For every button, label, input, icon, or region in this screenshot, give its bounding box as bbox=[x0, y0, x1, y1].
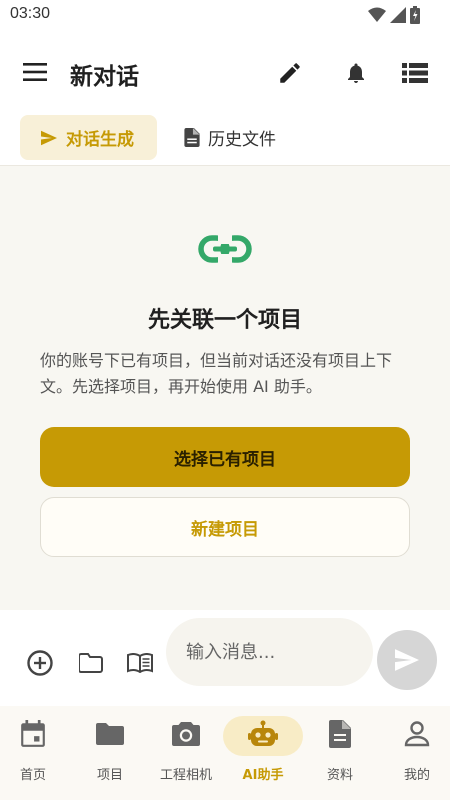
nav-label: 资料 bbox=[326, 768, 353, 783]
add-circle-icon bbox=[27, 650, 53, 676]
send-icon bbox=[395, 649, 419, 671]
nav-label: 项目 bbox=[96, 768, 123, 783]
link-icon bbox=[198, 233, 252, 267]
status-icons bbox=[368, 6, 420, 24]
status-bar: 03:30 bbox=[0, 0, 450, 30]
tab-chat-generation[interactable]: 对话生成 bbox=[20, 115, 157, 160]
new-chat-button[interactable] bbox=[273, 56, 307, 90]
send-button[interactable] bbox=[377, 630, 437, 690]
nav-label: 我的 bbox=[403, 768, 430, 783]
folder-button[interactable] bbox=[75, 647, 107, 679]
nav-item-projects[interactable]: 项目 bbox=[72, 706, 148, 800]
calendar-icon bbox=[17, 718, 49, 750]
tab-label: 历史文件 bbox=[208, 130, 276, 150]
document-icon bbox=[184, 128, 200, 147]
empty-state: 先关联一个项目 你的账号下已有项目，但当前对话还没有项目上下文。先选择项目，再开… bbox=[0, 166, 450, 610]
folder-icon bbox=[94, 718, 126, 750]
nav-item-me[interactable]: 我的 bbox=[379, 706, 450, 800]
bell-icon bbox=[348, 63, 364, 83]
nav-item-home[interactable]: 首页 bbox=[0, 706, 71, 800]
menu-button[interactable] bbox=[20, 57, 50, 87]
select-project-button[interactable]: 选择已有项目 bbox=[40, 427, 410, 487]
battery-icon bbox=[410, 6, 420, 24]
new-project-button[interactable]: 新建项目 bbox=[40, 497, 410, 557]
tab-label: 对话生成 bbox=[66, 130, 134, 150]
signal-icon bbox=[390, 7, 406, 23]
tab-history-files[interactable]: 历史文件 bbox=[164, 115, 296, 160]
tab-bar: 对话生成 历史文件 bbox=[0, 112, 450, 166]
list-icon bbox=[402, 63, 428, 83]
app-bar: 新对话 bbox=[0, 40, 450, 104]
robot-icon bbox=[247, 718, 279, 750]
person-icon bbox=[401, 718, 433, 750]
bottom-navigation: 首页 项目 工程相机 AI助手 资料 我的 bbox=[0, 706, 450, 800]
message-input[interactable] bbox=[166, 618, 373, 686]
empty-state-title: 先关联一个项目 bbox=[147, 308, 302, 333]
menu-icon bbox=[23, 63, 47, 81]
send-icon bbox=[41, 130, 57, 145]
knowledge-button[interactable] bbox=[124, 647, 156, 679]
nav-item-documents[interactable]: 资料 bbox=[302, 706, 378, 800]
status-time: 03:30 bbox=[10, 5, 51, 22]
nav-label: AI助手 bbox=[242, 768, 284, 783]
folder-icon bbox=[79, 653, 103, 673]
empty-state-description: 你的账号下已有项目，但当前对话还没有项目上下文。先选择项目，再开始使用 AI 助… bbox=[40, 351, 393, 396]
camera-icon bbox=[170, 718, 202, 750]
conversation-list-button[interactable] bbox=[398, 56, 432, 90]
wifi-icon bbox=[368, 7, 386, 22]
nav-item-camera[interactable]: 工程相机 bbox=[148, 706, 224, 800]
page-title: 新对话 bbox=[70, 64, 139, 90]
book-icon bbox=[127, 653, 153, 673]
nav-item-ai-assistant[interactable]: AI助手 bbox=[223, 706, 303, 800]
nav-label: 首页 bbox=[19, 768, 46, 783]
document-icon bbox=[324, 718, 356, 750]
message-composer bbox=[0, 610, 450, 706]
notifications-button[interactable] bbox=[339, 56, 373, 90]
attach-button[interactable] bbox=[24, 647, 56, 679]
edit-icon bbox=[280, 63, 300, 83]
nav-label: 工程相机 bbox=[159, 768, 212, 783]
